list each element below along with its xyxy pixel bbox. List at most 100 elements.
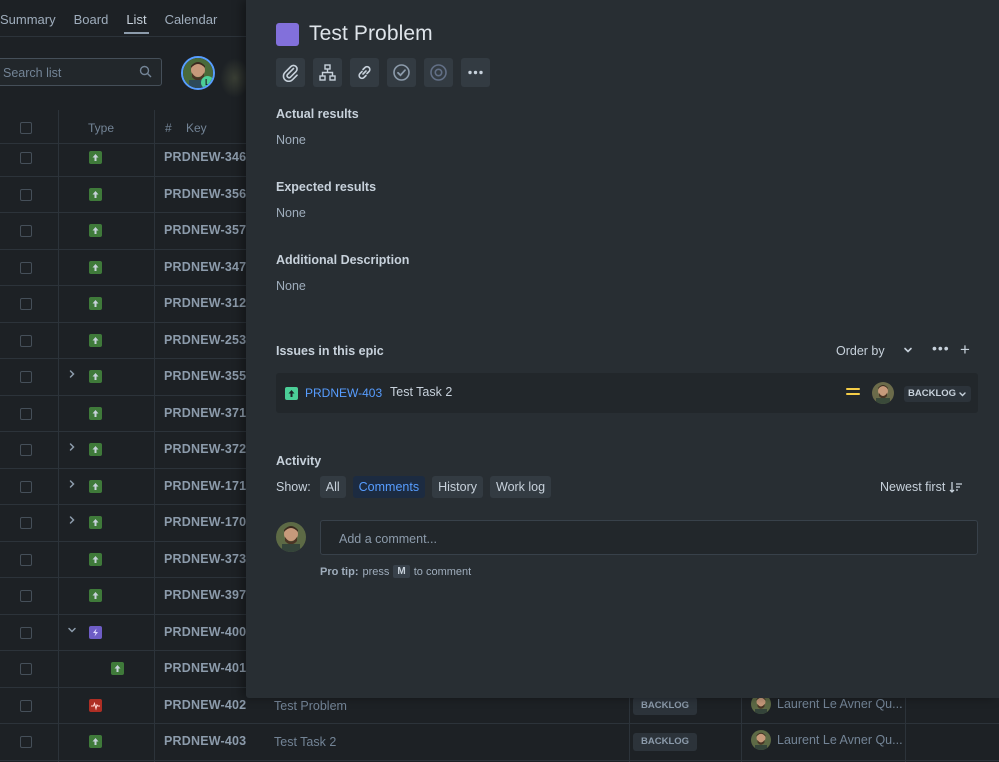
row-issue-key[interactable]: PRDNEW-400 (164, 625, 246, 639)
chevron-right-icon[interactable] (67, 368, 77, 382)
approve-button[interactable] (387, 58, 416, 87)
filter-all-button[interactable]: All (319, 476, 346, 498)
epic-issue-status-dropdown[interactable]: BACKLOG (904, 386, 972, 402)
sort-order-button[interactable]: Newest first (880, 480, 963, 494)
problem-icon (89, 698, 102, 712)
keyboard-shortcut-key: M (393, 565, 410, 578)
row-issue-key[interactable]: PRDNEW-402 (164, 698, 246, 712)
tab-divider (0, 36, 260, 37)
row-checkbox[interactable] (20, 444, 32, 456)
epic-more-icon[interactable]: ••• (932, 340, 950, 356)
assignee-name: Laurent Le Avner Qu... (777, 733, 903, 747)
epic-issue-summary[interactable]: Test Task 2 (390, 385, 452, 399)
link-issue-button[interactable] (350, 58, 379, 87)
row-checkbox[interactable] (20, 626, 32, 639)
order-by-button[interactable]: Order by (836, 344, 885, 358)
more-icon (468, 70, 483, 75)
row-issue-key[interactable]: PRDNEW-253 (164, 333, 246, 347)
column-header-type[interactable]: Type (88, 121, 114, 135)
tab-calendar[interactable]: Calendar (156, 0, 227, 36)
target-icon (430, 64, 447, 81)
row-issue-key[interactable]: PRDNEW-171 (164, 479, 246, 493)
chevron-right-icon[interactable] (67, 441, 77, 455)
row-checkbox[interactable] (20, 152, 32, 164)
row-issue-key[interactable]: PRDNEW-356 (164, 187, 246, 201)
assignee-name: Laurent Le Avner Qu... (777, 696, 903, 711)
more-actions-button[interactable] (461, 58, 490, 87)
row-checkbox[interactable] (20, 480, 32, 493)
tab-list[interactable]: List (117, 0, 155, 36)
search-input[interactable]: Search list (0, 58, 162, 86)
comment-input[interactable]: Add a comment... (320, 520, 978, 555)
story-icon (89, 333, 102, 347)
row-issue-key[interactable]: PRDNEW-312 (164, 296, 246, 310)
story-icon (89, 443, 102, 456)
row-issue-key[interactable]: PRDNEW-357 (164, 223, 246, 237)
chevron-right-icon[interactable] (67, 514, 77, 528)
filter-history-button[interactable]: History (432, 476, 483, 498)
field-value-actual-results[interactable]: None (276, 133, 306, 147)
row-checkbox[interactable] (20, 699, 32, 712)
chevron-down-icon[interactable] (67, 624, 77, 638)
chevron-right-icon[interactable] (67, 478, 77, 492)
add-child-issue-button[interactable] (313, 58, 342, 87)
row-checkbox[interactable] (20, 736, 32, 748)
row-issue-key[interactable]: PRDNEW-403 (164, 734, 246, 748)
pro-tip: Pro tip: press M to comment (320, 565, 471, 578)
row-checkbox[interactable] (20, 407, 32, 420)
row-summary[interactable]: Test Problem (274, 699, 347, 713)
story-icon (89, 187, 102, 201)
row-checkbox[interactable] (20, 371, 32, 383)
show-label: Show: (276, 480, 311, 494)
row-issue-key[interactable]: PRDNEW-372 (164, 442, 246, 456)
add-epic-issue-icon[interactable]: + (960, 340, 970, 360)
pro-tip-suffix: to comment (413, 565, 472, 578)
tab-board[interactable]: Board (65, 0, 118, 36)
issue-title-row: Test Problem (276, 22, 433, 46)
row-checkbox[interactable] (20, 590, 32, 602)
select-all-checkbox[interactable] (20, 122, 32, 134)
epic-issues-header: Issues in this epic Order by ••• + (276, 340, 976, 361)
field-value-expected-results[interactable]: None (276, 206, 306, 220)
row-checkbox[interactable] (20, 298, 32, 310)
row-issue-key[interactable]: PRDNEW-355 (164, 369, 246, 383)
row-checkbox[interactable] (20, 261, 32, 274)
row-issue-key[interactable]: PRDNEW-371 (164, 406, 246, 420)
attach-button[interactable] (276, 58, 305, 87)
chevron-down-icon[interactable] (902, 343, 914, 361)
field-value-additional-description[interactable]: None (276, 279, 306, 293)
row-checkbox[interactable] (20, 517, 32, 529)
row-checkbox[interactable] (20, 225, 32, 237)
avatar[interactable]: L (181, 56, 215, 90)
epic-issue-key-link[interactable]: PRDNEW-403 (305, 386, 382, 400)
target-button[interactable] (424, 58, 453, 87)
epic-issues-label: Issues in this epic (276, 344, 384, 358)
row-checkbox[interactable] (20, 188, 32, 201)
story-icon (285, 387, 298, 400)
row-status-badge[interactable]: BACKLOG (633, 733, 698, 751)
row-assignee[interactable]: Laurent Le Avner Qu... (751, 730, 903, 750)
filter-comments-button[interactable]: Comments (352, 476, 426, 498)
row-issue-key[interactable]: PRDNEW-397 (164, 588, 246, 602)
row-issue-key[interactable]: PRDNEW-373 (164, 552, 246, 566)
issue-title[interactable]: Test Problem (309, 22, 433, 46)
row-issue-key[interactable]: PRDNEW-401 (164, 661, 246, 675)
table-row[interactable]: PRDNEW-403 Test Task 2 BACKLOG Laurent Le A… (0, 724, 999, 761)
row-issue-key[interactable]: PRDNEW-346 (164, 150, 246, 164)
epic-issue-row[interactable]: PRDNEW-403 Test Task 2 BACKLOG (276, 373, 978, 413)
epic-icon (89, 625, 102, 639)
row-issue-key[interactable]: PRDNEW-347 (164, 260, 246, 274)
row-issue-key[interactable]: PRDNEW-170 (164, 515, 246, 529)
row-summary[interactable]: Test Task 2 (274, 735, 336, 749)
issue-type-icon[interactable] (276, 22, 299, 46)
tab-summary[interactable]: Summary (0, 0, 65, 36)
pro-tip-press: press (362, 565, 390, 578)
activity-label: Activity (276, 454, 322, 468)
filter-work-log-button[interactable]: Work log (490, 476, 552, 498)
row-checkbox[interactable] (20, 663, 32, 675)
row-status-badge[interactable]: BACKLOG (633, 696, 698, 715)
assignee-avatar[interactable] (872, 382, 894, 404)
column-header-key[interactable]: Key (186, 121, 207, 135)
row-checkbox[interactable] (20, 334, 32, 347)
row-checkbox[interactable] (20, 553, 32, 566)
